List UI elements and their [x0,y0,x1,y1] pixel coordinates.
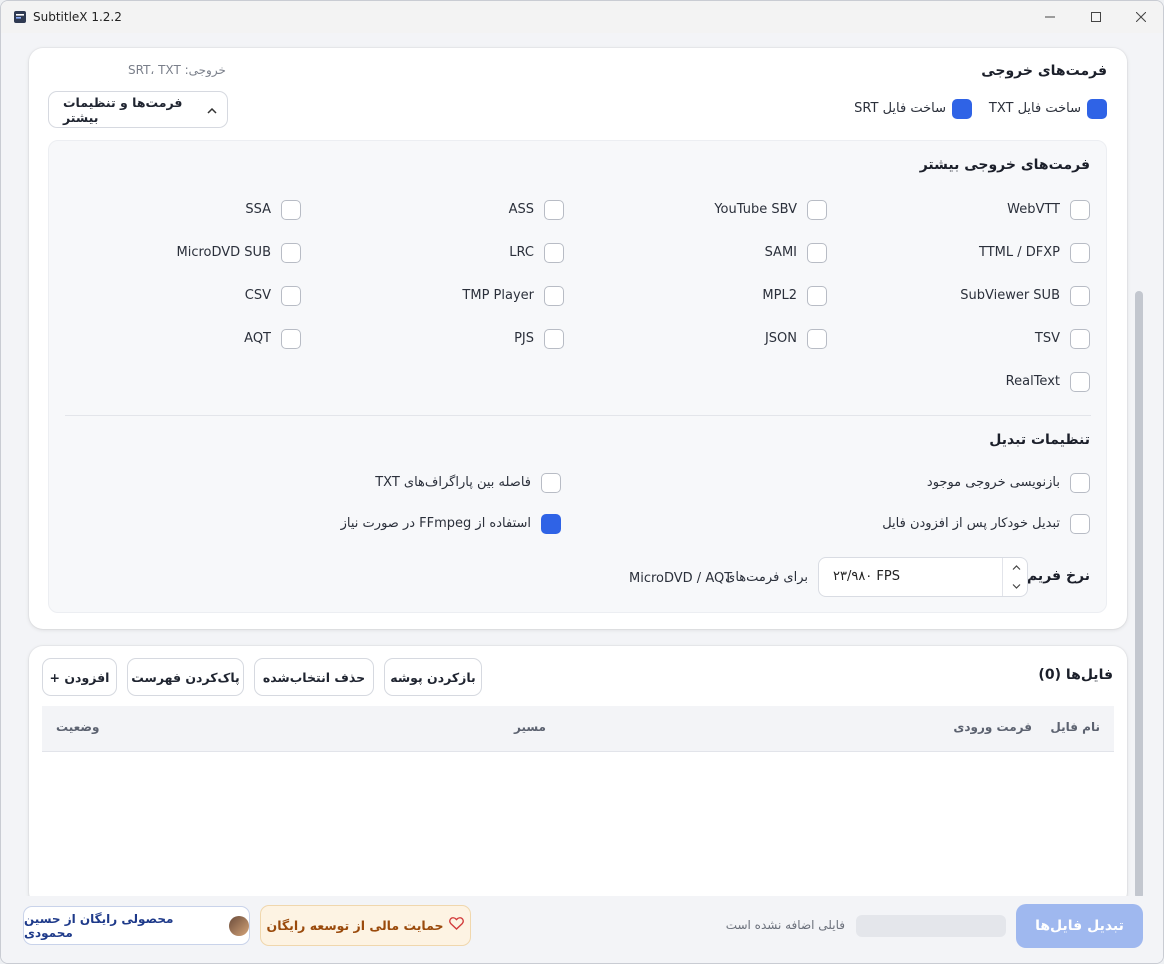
chevron-up-icon[interactable] [1003,558,1029,577]
format-youtube-sbv-checkbox[interactable] [807,200,827,220]
format-realtext-label: RealText [1005,374,1060,389]
convert-files-button[interactable]: تبدیل فایل‌ها [1016,904,1143,948]
scrollbar[interactable] [1135,291,1143,899]
format-ssa-checkbox[interactable] [281,200,301,220]
chevron-up-icon [207,103,217,117]
files-card: فایل‌ها (0) بازکردن پوشه حذف انتخاب‌شده … [29,646,1127,906]
auto-convert-label: تبدیل خودکار پس از افزودن فایل [882,516,1060,531]
format-subviewer-sub-label: SubViewer SUB [960,288,1060,303]
format-microdvd-sub-label: MicroDVD SUB [176,245,272,260]
format-pjs-checkbox[interactable] [544,329,564,349]
format-aqt-label: AQT [244,331,271,346]
app-icon [14,11,26,23]
overwrite-label: بازنویسی خروجی موجود [926,475,1060,490]
format-tmp-player-checkbox[interactable] [544,286,564,306]
output-formats-card: فرمت‌های خروجی خروجی: SRT، TXT فرمت‌ها و… [29,48,1127,629]
txt-checkbox[interactable] [1087,99,1107,119]
ffmpeg-checkbox[interactable] [541,514,561,534]
add-file-button[interactable]: + افزودن [42,658,117,696]
auto-convert-checkbox[interactable] [1070,514,1090,534]
delete-selected-button[interactable]: حذف انتخاب‌شده [254,658,374,696]
app-window: SubtitleX 1.2.2 فرمت‌های خروجی خروجی: SR… [0,0,1164,964]
format-ttml-dfxp-checkbox[interactable] [1070,243,1090,263]
author-label: محصولی رایگان از حسین محمودی [24,911,174,940]
app-title: SubtitleX 1.2.2 [33,10,122,24]
more-formats-title: فرمت‌های خروجی بیشتر [919,157,1090,173]
minimize-icon[interactable] [1027,1,1073,33]
output-summary: خروجی: SRT، TXT [128,63,226,77]
format-json-checkbox[interactable] [807,329,827,349]
clear-list-button[interactable]: پاک‌کردن فهرست [127,658,244,696]
format-tmp-player-label: TMP Player [462,288,534,303]
frame-rate-formats: MicroDVD / AQT [629,571,733,586]
format-mpl2-label: MPL2 [762,288,797,303]
format-aqt-checkbox[interactable] [281,329,301,349]
files-table-header: نام فایل فرمت ورودی مسیر وضعیت [42,706,1114,752]
title-bar: SubtitleX 1.2.2 [1,1,1163,33]
format-pjs-label: PJS [514,331,534,346]
close-icon[interactable] [1118,1,1163,33]
ffmpeg-label: استفاده از FFmpeg در صورت نیاز [340,516,531,531]
format-sami-label: SAMI [764,245,797,260]
format-webvtt-checkbox[interactable] [1070,200,1090,220]
srt-checkbox[interactable] [952,99,972,119]
frame-rate-input[interactable]: ۲۳/۹۸۰ FPS [818,557,1028,597]
author-link-button[interactable]: محصولی رایگان از حسین محمودی [23,906,250,945]
column-status[interactable]: وضعیت [56,720,99,734]
donate-button[interactable]: حمایت مالی از توسعه رایگان [260,905,471,946]
open-folder-button[interactable]: بازکردن پوشه [384,658,482,696]
overwrite-checkbox[interactable] [1070,473,1090,493]
paragraph-spacing-checkbox[interactable] [541,473,561,493]
txt-checkbox-label: ساخت فایل TXT [988,101,1081,116]
format-lrc-label: LRC [509,245,534,260]
format-ssa-label: SSA [245,202,271,217]
maximize-icon[interactable] [1073,1,1119,33]
more-settings-panel: فرمت‌های خروجی بیشتر WebVTT YouTube SBV AS… [48,140,1107,613]
paragraph-spacing-label: فاصله بین پاراگراف‌های TXT [375,475,531,490]
format-ttml-dfxp-label: TTML / DFXP [979,245,1060,260]
column-input-format[interactable]: فرمت ورودی [953,720,1032,734]
format-json-label: JSON [764,331,797,346]
format-ass-checkbox[interactable] [544,200,564,220]
avatar [229,915,249,936]
more-settings-toggle[interactable]: فرمت‌ها و تنظیمات بیشتر [48,91,228,128]
format-csv-label: CSV [244,288,271,303]
status-text: فایلی اضافه نشده است [725,918,845,932]
frame-rate-label: نرخ فریم [1026,568,1090,584]
srt-checkbox-label: ساخت فایل SRT [854,101,946,116]
format-webvtt-label: WebVTT [1007,202,1060,217]
frame-rate-for-label: برای فرمت‌های [725,570,808,585]
panel-divider [65,415,1091,416]
format-sami-checkbox[interactable] [807,243,827,263]
format-subviewer-sub-checkbox[interactable] [1070,286,1090,306]
column-path[interactable]: مسیر [514,720,546,734]
format-mpl2-checkbox[interactable] [807,286,827,306]
format-ass-label: ASS [508,202,534,217]
output-formats-title: فرمت‌های خروجی [981,63,1107,79]
format-microdvd-sub-checkbox[interactable] [281,243,301,263]
format-youtube-sbv-label: YouTube SBV [714,202,797,217]
chevron-down-icon[interactable] [1003,577,1029,596]
frame-rate-spinner [1002,558,1028,596]
donate-label: حمایت مالی از توسعه رایگان [266,918,444,933]
format-tsv-checkbox[interactable] [1070,329,1090,349]
format-csv-checkbox[interactable] [281,286,301,306]
progress-bar [856,915,1006,937]
format-realtext-checkbox[interactable] [1070,372,1090,392]
frame-rate-value: ۲۳/۹۸۰ FPS [833,569,900,584]
heart-icon [449,917,465,934]
more-settings-label: فرمت‌ها و تنظیمات بیشتر [63,94,183,125]
conversion-settings-title: تنظیمات تبدیل [989,432,1090,448]
format-tsv-label: TSV [1034,331,1060,346]
column-file-name[interactable]: نام فایل [1050,720,1100,734]
format-lrc-checkbox[interactable] [544,243,564,263]
files-title: فایل‌ها (0) [1038,667,1113,683]
